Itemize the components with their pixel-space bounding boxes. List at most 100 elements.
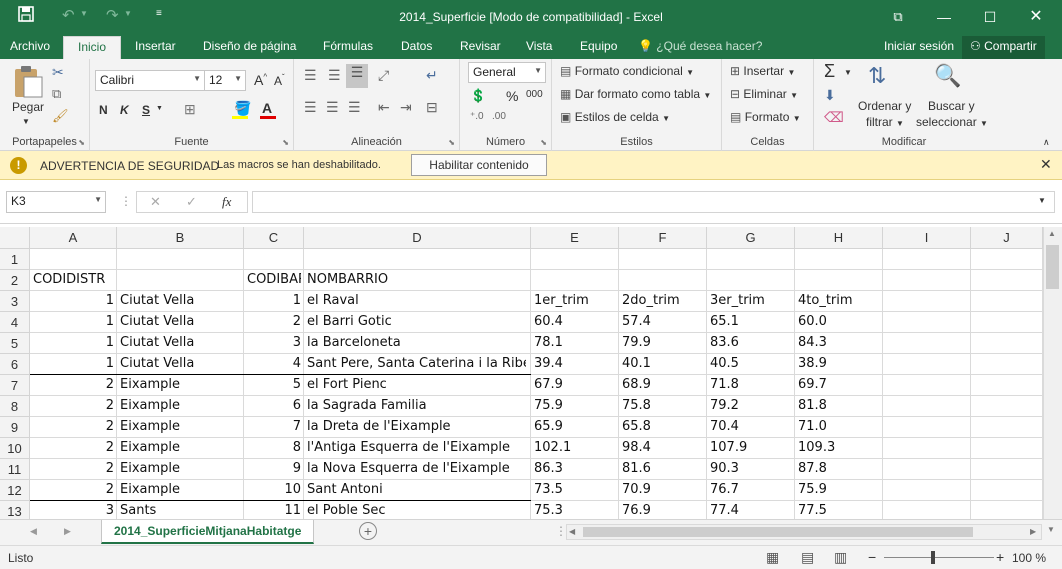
scroll-right-icon[interactable]: ▶ bbox=[1030, 527, 1036, 536]
column-header-g[interactable]: G bbox=[707, 227, 795, 249]
scroll-tabs-right-icon[interactable]: ▶ bbox=[64, 526, 71, 537]
borders-icon[interactable]: ⊞ bbox=[184, 101, 196, 118]
row-header-10[interactable]: 10 bbox=[0, 438, 30, 459]
tab-inicio[interactable]: Inicio bbox=[63, 36, 122, 60]
cell-d2[interactable]: NOMBARRIO bbox=[307, 272, 526, 287]
tab-formulas[interactable]: Fórmulas bbox=[323, 39, 373, 53]
cell-e3[interactable]: 1er_trim bbox=[534, 293, 616, 308]
close-icon[interactable]: ✕ bbox=[1040, 156, 1052, 173]
tell-me-box[interactable]: 💡 ¿Qué desea hacer? bbox=[638, 39, 762, 53]
normal-view-icon[interactable]: ▦ bbox=[766, 549, 779, 566]
column-header-c[interactable]: C bbox=[244, 227, 304, 249]
tab-diseno-pagina[interactable]: Diseño de página bbox=[203, 39, 296, 53]
cell-g13[interactable]: 77.4 bbox=[710, 503, 792, 518]
cell-h7[interactable]: 69.7 bbox=[798, 377, 880, 392]
column-header-d[interactable]: D bbox=[304, 227, 531, 249]
column-header-j[interactable]: J bbox=[971, 227, 1043, 249]
row-header-9[interactable]: 9 bbox=[0, 417, 30, 438]
align-middle-icon[interactable]: ☰ bbox=[328, 67, 341, 84]
dialog-launcher-icon[interactable]: ⬊ bbox=[448, 138, 455, 147]
font-name-select[interactable]: Calibri ▼ bbox=[95, 70, 205, 91]
merge-center-icon[interactable]: ⊟ bbox=[426, 99, 438, 116]
vertical-scroll-thumb[interactable] bbox=[1046, 245, 1059, 289]
cell-c3[interactable]: 1 bbox=[247, 293, 301, 308]
format-as-table-button[interactable]: ▦ Dar formato como tabla ▼ bbox=[560, 87, 711, 101]
increase-decimal-icon[interactable]: ⁺.0 bbox=[470, 111, 484, 122]
scroll-up-icon[interactable]: ▲ bbox=[1048, 229, 1056, 238]
row-header-11[interactable]: 11 bbox=[0, 459, 30, 480]
cell-f5[interactable]: 79.9 bbox=[622, 335, 704, 350]
cell-f12[interactable]: 70.9 bbox=[622, 482, 704, 497]
paste-button[interactable]: Pegar bbox=[12, 100, 44, 114]
cell-a11[interactable]: 2 bbox=[33, 461, 114, 476]
cell-h5[interactable]: 84.3 bbox=[798, 335, 880, 350]
row-header-3[interactable]: 3 bbox=[0, 291, 30, 312]
sheet-tab-active[interactable]: 2014_SuperficieMitjanaHabitatge bbox=[101, 520, 315, 544]
close-icon[interactable]: ✕ bbox=[1013, 0, 1059, 36]
increase-indent-icon[interactable]: ⇥ bbox=[400, 99, 412, 116]
zoom-slider-thumb[interactable] bbox=[931, 551, 935, 564]
cell-d3[interactable]: el Raval bbox=[307, 293, 526, 308]
add-sheet-icon[interactable]: + bbox=[359, 522, 377, 540]
signin-link[interactable]: Iniciar sesión bbox=[884, 39, 954, 53]
cell-c10[interactable]: 8 bbox=[247, 440, 301, 455]
scroll-down-icon[interactable]: ▼ bbox=[1047, 525, 1055, 534]
fill-icon[interactable]: ⬇ bbox=[824, 87, 836, 104]
cell-g9[interactable]: 70.4 bbox=[710, 419, 792, 434]
cell-e6[interactable]: 39.4 bbox=[534, 356, 616, 371]
collapse-ribbon-icon[interactable]: ∧ bbox=[1043, 137, 1050, 148]
share-button[interactable]: ⚇ Compartir bbox=[962, 36, 1045, 59]
zoom-out-icon[interactable]: − bbox=[868, 549, 876, 565]
column-header-i[interactable]: I bbox=[883, 227, 971, 249]
cell-c5[interactable]: 3 bbox=[247, 335, 301, 350]
column-header-h[interactable]: H bbox=[795, 227, 883, 249]
cell-d6[interactable]: Sant Pere, Santa Caterina i la Ribera bbox=[307, 356, 526, 371]
cell-b8[interactable]: Eixample bbox=[120, 398, 241, 413]
enter-icon[interactable]: ✓ bbox=[186, 194, 197, 210]
cell-e5[interactable]: 78.1 bbox=[534, 335, 616, 350]
cut-icon[interactable]: ✂ bbox=[52, 64, 64, 81]
cell-d8[interactable]: la Sagrada Familia bbox=[307, 398, 526, 413]
column-header-e[interactable]: E bbox=[531, 227, 619, 249]
horizontal-scroll-thumb[interactable] bbox=[583, 527, 973, 537]
cell-a9[interactable]: 2 bbox=[33, 419, 114, 434]
delete-cells-button[interactable]: ⊟ Eliminar ▼ bbox=[730, 87, 798, 101]
cell-b5[interactable]: Ciutat Vella bbox=[120, 335, 241, 350]
accounting-format-icon[interactable]: 💲 bbox=[470, 88, 486, 104]
grow-font-icon[interactable]: A^ bbox=[254, 72, 267, 88]
find-select-button-line2[interactable]: seleccionar ▼ bbox=[916, 115, 988, 129]
cell-f7[interactable]: 68.9 bbox=[622, 377, 704, 392]
format-painter-icon[interactable]: 🖌 bbox=[52, 108, 69, 124]
tab-vista[interactable]: Vista bbox=[526, 39, 552, 53]
cell-f6[interactable]: 40.1 bbox=[622, 356, 704, 371]
scroll-left-icon[interactable]: ◀ bbox=[569, 527, 575, 536]
tab-equipo[interactable]: Equipo bbox=[580, 39, 617, 53]
font-size-select[interactable]: 12 ▼ bbox=[204, 70, 246, 91]
ribbon-display-icon[interactable]: ⧉ bbox=[875, 0, 921, 36]
cell-a12[interactable]: 2 bbox=[33, 482, 114, 497]
cell-d10[interactable]: l'Antiga Esquerra de l'Eixample bbox=[307, 440, 526, 455]
cell-e4[interactable]: 60.4 bbox=[534, 314, 616, 329]
cell-g8[interactable]: 79.2 bbox=[710, 398, 792, 413]
format-cells-button[interactable]: ▤ Formato ▼ bbox=[730, 110, 801, 124]
dialog-launcher-icon[interactable]: ⬊ bbox=[282, 138, 289, 147]
number-format-select[interactable]: General ▼ bbox=[468, 62, 546, 83]
cell-d9[interactable]: la Dreta de l'Eixample bbox=[307, 419, 526, 434]
cell-d5[interactable]: la Barceloneta bbox=[307, 335, 526, 350]
cell-e13[interactable]: 75.3 bbox=[534, 503, 616, 518]
clear-icon[interactable]: ⌫ bbox=[824, 109, 844, 126]
cell-e11[interactable]: 86.3 bbox=[534, 461, 616, 476]
cell-b10[interactable]: Eixample bbox=[120, 440, 241, 455]
row-header-4[interactable]: 4 bbox=[0, 312, 30, 333]
cell-h10[interactable]: 109.3 bbox=[798, 440, 880, 455]
cell-f9[interactable]: 65.8 bbox=[622, 419, 704, 434]
select-all-corner[interactable] bbox=[0, 227, 30, 249]
maximize-icon[interactable]: ☐ bbox=[967, 0, 1013, 36]
cell-c13[interactable]: 11 bbox=[247, 503, 301, 518]
sort-filter-button-line2[interactable]: filtrar ▼ bbox=[866, 115, 904, 129]
cell-b12[interactable]: Eixample bbox=[120, 482, 241, 497]
font-color-icon[interactable]: A bbox=[262, 100, 272, 116]
align-right-icon[interactable]: ☰ bbox=[348, 99, 361, 116]
fill-color-icon[interactable]: 🪣 bbox=[234, 100, 251, 117]
page-layout-view-icon[interactable]: ▤ bbox=[801, 549, 814, 566]
